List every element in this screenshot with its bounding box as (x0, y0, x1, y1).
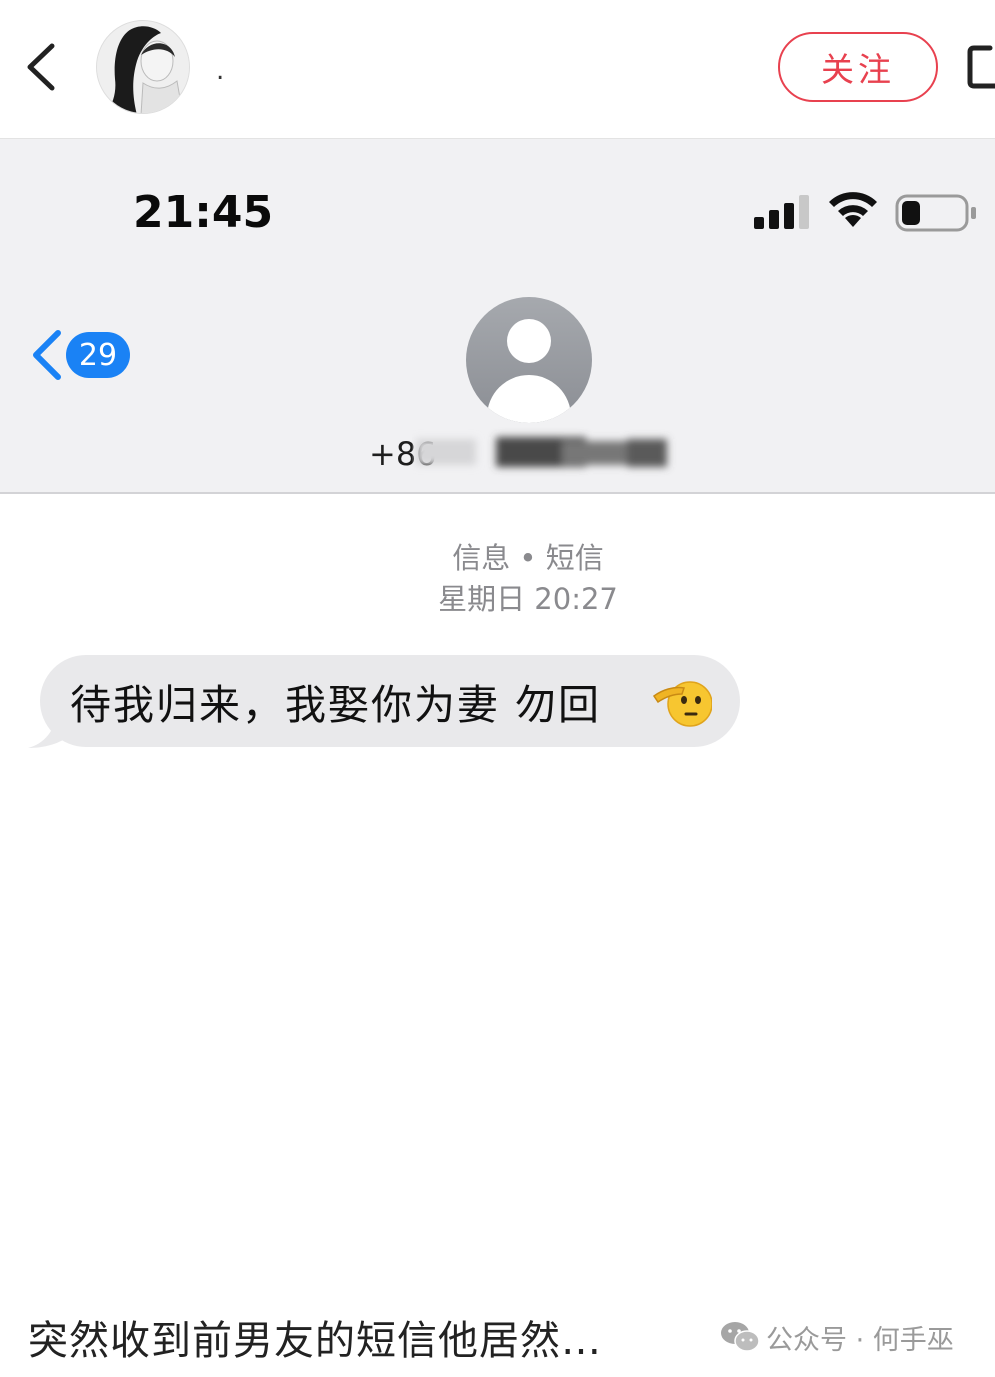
back-chevron-icon (27, 43, 55, 91)
message-bubble[interactable]: 待我归来，我娶你为妻 勿回 (40, 655, 740, 747)
conversation-meta: 信息 • 短信 星期日 20:27 (0, 538, 995, 620)
messages-back-button[interactable] (28, 327, 68, 383)
message-service-label: 信息 • 短信 (452, 541, 604, 575)
share-button[interactable] (966, 42, 995, 92)
contact-avatar[interactable] (466, 297, 592, 423)
redacted-number-blur (416, 437, 667, 467)
person-silhouette-icon (507, 319, 551, 363)
author-name[interactable]: . (216, 56, 224, 86)
message-text: 待我归来，我娶你为妻 勿回 (70, 681, 602, 729)
source-label[interactable]: 公众号 · 何手巫 (766, 1318, 954, 1357)
share-icon (967, 45, 995, 89)
person-silhouette-body (487, 375, 571, 423)
battery-icon (895, 194, 976, 232)
wifi-icon (829, 192, 877, 227)
app-bar: . 关注 (0, 0, 995, 138)
status-time: 21:45 (133, 187, 274, 238)
follow-button[interactable]: 关注 (778, 32, 938, 102)
article-caption[interactable]: 突然收到前男友的短信他居然… (28, 1308, 602, 1366)
back-button[interactable] (18, 38, 68, 96)
unread-badge[interactable]: 29 (66, 332, 130, 378)
avatar-image (97, 21, 189, 113)
wechat-icon (721, 1322, 760, 1352)
salute-emoji-icon (652, 681, 712, 727)
message-timestamp: 星期日 20:27 (438, 582, 618, 616)
signal-icon (754, 195, 809, 229)
phone-screenshot-header: 21:45 29 +86 (0, 138, 995, 494)
author-avatar[interactable] (96, 20, 190, 114)
back-chevron-icon (33, 330, 61, 380)
